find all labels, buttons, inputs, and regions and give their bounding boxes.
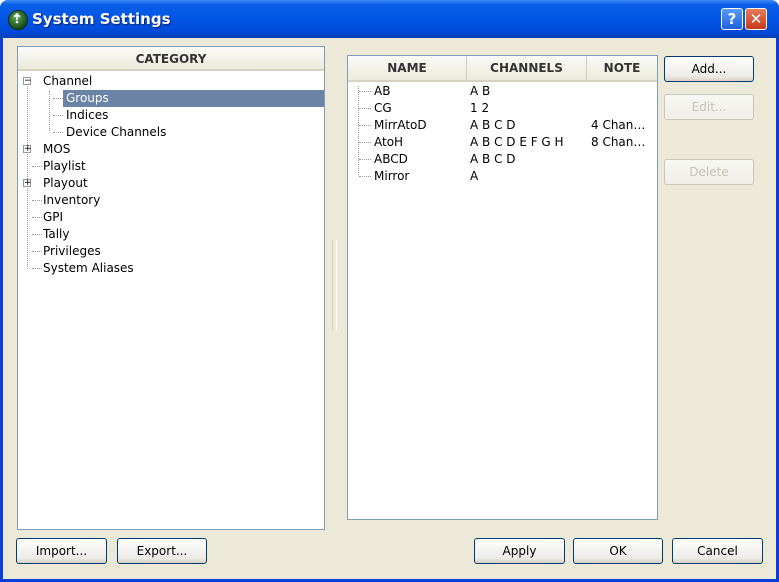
group-row-channels: A B C D — [470, 152, 516, 166]
tree-item-label: MOS — [43, 142, 71, 156]
tree-item-label: Groups — [66, 91, 109, 105]
tree-item-label: System Aliases — [43, 261, 134, 275]
app-icon — [8, 10, 28, 30]
close-button[interactable]: ✕ — [745, 8, 767, 30]
column-header-channels[interactable]: CHANNELS — [467, 56, 587, 80]
tree-item-label: Privileges — [43, 244, 101, 258]
edit-button[interactable]: Edit... — [664, 94, 754, 120]
tree-item-inventory[interactable]: Inventory — [40, 192, 103, 209]
add-button[interactable]: Add... — [664, 56, 754, 82]
group-row-name[interactable]: MirrAtoD — [374, 117, 427, 134]
group-row-channels: 1 2 — [470, 101, 490, 115]
delete-button[interactable]: Delete — [664, 159, 754, 185]
group-row-channels: A B — [470, 84, 491, 98]
tree-item-device-channels[interactable]: Device Channels — [63, 124, 169, 141]
tree-item-gpi[interactable]: GPI — [40, 209, 66, 226]
tree-item-system-aliases[interactable]: System Aliases — [40, 260, 137, 277]
groups-list[interactable]: NAME CHANNELS NOTE AB A B CG 1 2 MirrAto… — [347, 55, 658, 520]
group-row-note: 4 Chan… — [591, 118, 646, 132]
help-button[interactable]: ? — [721, 8, 743, 30]
group-row-name[interactable]: ABCD — [374, 151, 408, 168]
system-settings-window: System Settings ? ✕ CATEGORY − Channel G… — [0, 0, 779, 582]
tree-item-playout[interactable]: Playout — [40, 175, 91, 192]
group-row-name[interactable]: CG — [374, 100, 392, 117]
expand-icon[interactable]: + — [23, 145, 32, 154]
group-row-note: 8 Chan… — [591, 135, 646, 149]
category-panel: CATEGORY − Channel Groups Indices Device… — [17, 46, 325, 530]
tree-item-label: Playlist — [43, 159, 86, 173]
group-row-name[interactable]: AB — [374, 83, 390, 100]
tree-item-label: Inventory — [43, 193, 101, 207]
group-row-name[interactable]: AtoH — [374, 134, 403, 151]
tree-item-label: Indices — [66, 108, 109, 122]
tree-item-playlist[interactable]: Playlist — [40, 158, 89, 175]
tree-item-label: Device Channels — [66, 125, 167, 139]
group-row-channels: A B C D E F G H — [470, 135, 564, 149]
tree-item-groups[interactable]: Groups — [63, 90, 324, 107]
group-row-channels: A B C D — [470, 118, 516, 132]
column-header-name[interactable]: NAME — [348, 56, 467, 80]
title-bar[interactable]: System Settings ? ✕ — [0, 0, 779, 38]
tree-item-privileges[interactable]: Privileges — [40, 243, 104, 260]
tree-item-indices[interactable]: Indices — [63, 107, 111, 124]
tree-item-tally[interactable]: Tally — [40, 226, 72, 243]
splitter-handle[interactable] — [332, 240, 337, 330]
apply-button[interactable]: Apply — [474, 538, 565, 564]
window-title: System Settings — [32, 10, 171, 28]
tree-item-label: Playout — [43, 176, 88, 190]
ok-button[interactable]: OK — [573, 538, 663, 564]
list-header: NAME CHANNELS NOTE — [348, 56, 657, 82]
export-button[interactable]: Export... — [117, 538, 207, 564]
tree-item-label: Tally — [43, 227, 70, 241]
cancel-button[interactable]: Cancel — [672, 538, 763, 564]
category-header: CATEGORY — [18, 47, 324, 71]
group-row-channels: A — [470, 169, 479, 183]
column-header-note[interactable]: NOTE — [587, 56, 657, 80]
import-button[interactable]: Import... — [16, 538, 107, 564]
tree-item-channel[interactable]: Channel — [40, 73, 95, 90]
category-tree[interactable]: − Channel Groups Indices Device Channels… — [18, 73, 324, 529]
tree-item-label: Channel — [43, 74, 93, 88]
collapse-icon[interactable]: − — [23, 77, 32, 86]
tree-item-mos[interactable]: MOS — [40, 141, 73, 158]
group-row-name[interactable]: Mirror — [374, 168, 409, 185]
tree-item-label: GPI — [43, 210, 64, 224]
expand-icon[interactable]: + — [23, 179, 32, 188]
